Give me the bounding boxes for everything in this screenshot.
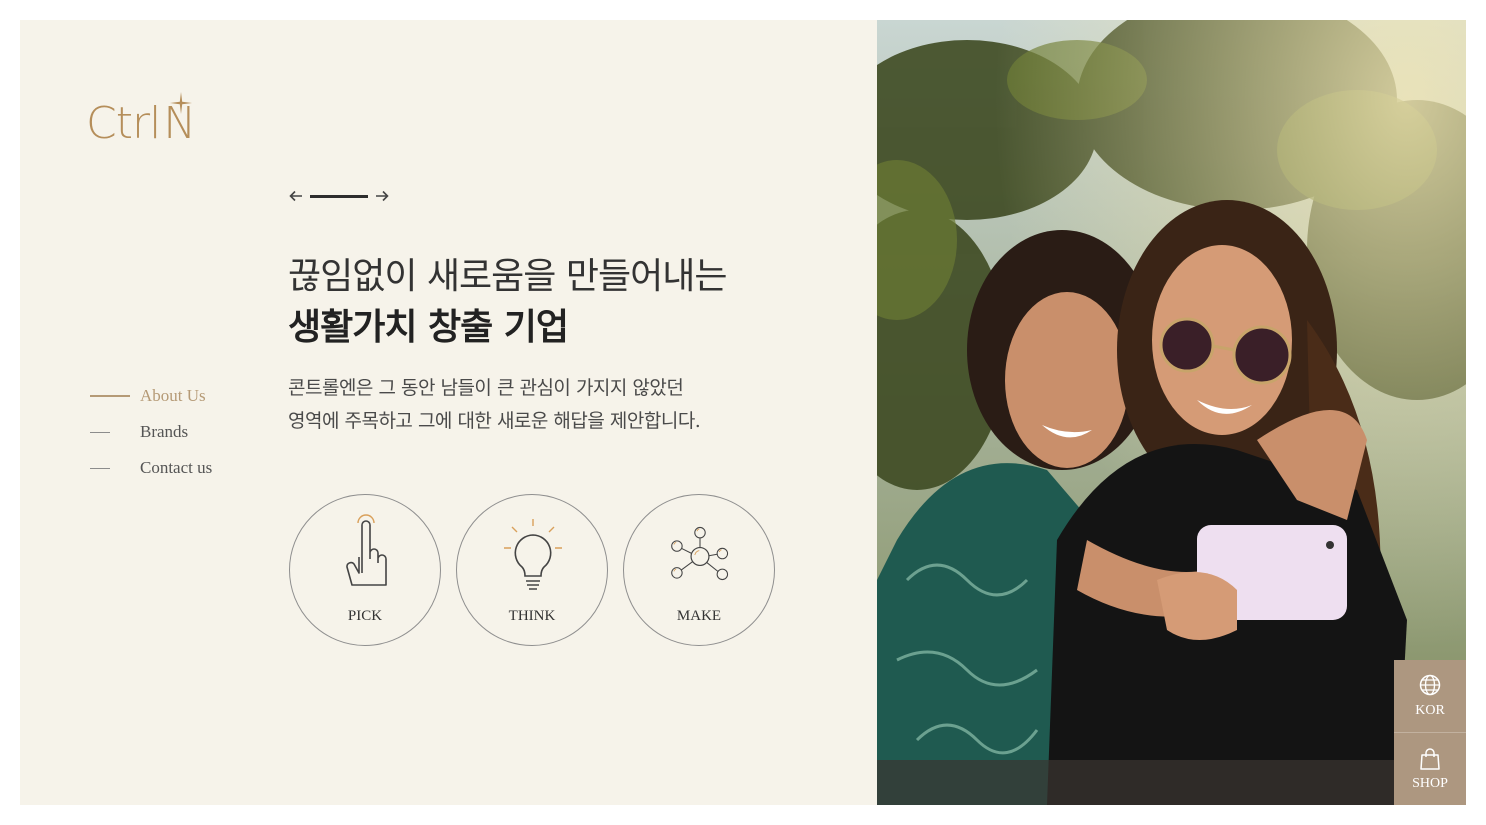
slider-progress-bar <box>310 194 368 198</box>
arrow-left-icon[interactable] <box>288 188 304 204</box>
shopping-bag-icon <box>1420 748 1440 770</box>
description-line-2: 영역에 주목하고 그에 대한 새로운 해답을 제안합니다. <box>288 410 701 432</box>
value-label: PICK <box>347 608 383 624</box>
nav-item-about-us[interactable]: About Us <box>90 378 212 414</box>
slider-controls <box>288 188 390 204</box>
nav-label: About Us <box>140 386 206 405</box>
value-circle-make[interactable]: MAKE <box>623 494 775 646</box>
intro-panel: CtrlN 끊임없이 새로움을 만들어내는 생활가치 창출 기업 콘트롤엔은 그… <box>20 20 877 805</box>
side-nav: About Us Brands Contact us <box>90 378 212 486</box>
value-circles: PICK THINK MAKE <box>289 494 790 646</box>
side-buttons: KOR SHOP <box>1394 660 1466 805</box>
headline-line-1: 끊임없이 새로움을 만들어내는 <box>288 256 727 297</box>
arrow-right-icon[interactable] <box>374 188 390 204</box>
value-label: MAKE <box>676 608 722 624</box>
language-label: KOR <box>1415 703 1445 718</box>
nav-indicator <box>90 431 110 433</box>
brand-logo[interactable]: CtrlN <box>86 92 226 156</box>
description-line-1: 콘트롤엔은 그 동안 남들이 큰 관심이 가지지 않았던 <box>288 377 684 399</box>
shop-label: SHOP <box>1412 776 1448 791</box>
hero-photo <box>877 20 1466 805</box>
value-label: THINK <box>508 608 556 624</box>
language-button[interactable]: KOR <box>1394 660 1466 732</box>
hero-headline: 끊임없이 새로움을 만들어내는 생활가치 창출 기업 <box>288 252 727 352</box>
friends-selfie-photo <box>877 20 1466 805</box>
nav-indicator <box>90 467 110 469</box>
nav-item-contact-us[interactable]: Contact us <box>90 450 212 486</box>
value-circle-pick[interactable]: PICK <box>289 494 441 646</box>
nav-indicator <box>90 395 130 397</box>
pointing-hand-icon <box>346 514 387 586</box>
hero-description: 콘트롤엔은 그 동안 남들이 큰 관심이 가지지 않았던 영역에 주목하고 그에… <box>288 372 701 438</box>
shop-button[interactable]: SHOP <box>1394 732 1466 805</box>
sparkle-icon <box>170 92 192 114</box>
nav-label: Contact us <box>140 458 213 477</box>
headline-line-2: 생활가치 창출 기업 <box>288 306 569 348</box>
nav-label: Brands <box>140 422 189 441</box>
page-frame: CtrlN 끊임없이 새로움을 만들어내는 생활가치 창출 기업 콘트롤엔은 그… <box>20 20 1466 805</box>
network-nodes-icon <box>671 526 729 581</box>
value-circle-think[interactable]: THINK <box>456 494 608 646</box>
lightbulb-icon <box>504 519 562 590</box>
nav-item-brands[interactable]: Brands <box>90 414 212 450</box>
globe-icon <box>1419 674 1441 696</box>
